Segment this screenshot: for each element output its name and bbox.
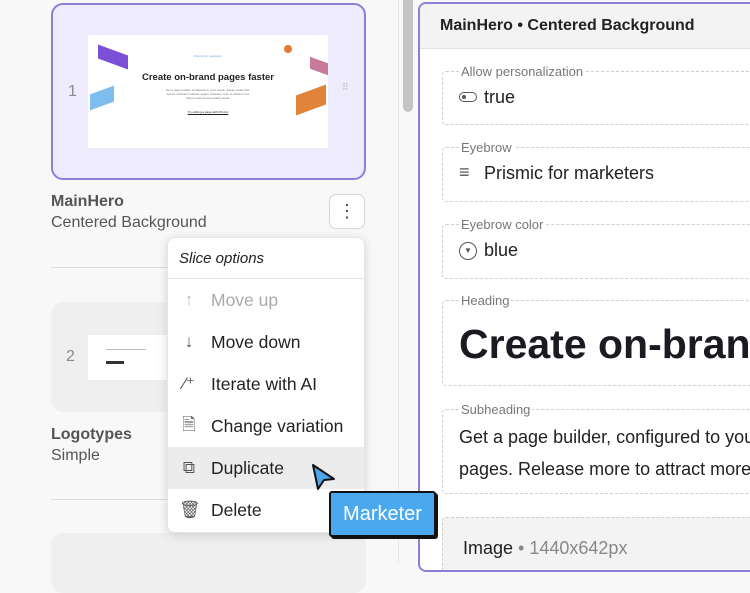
menu-item-iterate-ai[interactable]: ⁄⁺ Iterate with AI: [168, 363, 364, 405]
menu-title: Slice options: [168, 238, 364, 279]
arrow-up-icon: ↑: [179, 290, 199, 310]
field-value: true: [484, 87, 515, 108]
more-vertical-icon: ⋮: [338, 201, 356, 222]
menu-item-label: Change variation: [211, 416, 343, 437]
magic-wand-icon: ⁄⁺: [179, 374, 199, 394]
field-value: Prismic for marketers: [484, 163, 654, 184]
field-value: pages. Release more to attract more visi…: [459, 459, 750, 480]
panel-divider: [398, 0, 399, 563]
cursor-user-tag: Marketer: [329, 491, 436, 537]
copy-icon: ⧉: [179, 458, 199, 478]
slice-variation: Centered Background: [51, 214, 207, 232]
document-icon: 🗎: [179, 412, 199, 441]
field-label: Subheading: [459, 402, 532, 417]
panel-title: MainHero • Centered Background: [420, 4, 750, 49]
field-value: Get a page builder, configured to your n…: [459, 427, 750, 448]
illustration-blue-block: [90, 86, 114, 111]
menu-item-label: Move up: [211, 290, 278, 311]
slice-thumbnail: Prismic for marketers Create on-brand pa…: [88, 35, 328, 148]
field-value: blue: [484, 240, 518, 261]
slice-thumbnail: [88, 335, 178, 380]
menu-item-move-up[interactable]: ↑ Move up: [168, 279, 364, 321]
field-label: Heading: [459, 293, 511, 308]
slice-variation: Simple: [51, 447, 100, 465]
field-allow-personalization[interactable]: Allow personalization true: [442, 71, 750, 125]
thumb-body: Get a page builder, configured to your n…: [164, 88, 252, 101]
slice-number: 1: [68, 83, 77, 101]
field-subheading[interactable]: Subheading Get a page builder, configure…: [442, 409, 750, 494]
image-label: Image • 1440x642px: [463, 538, 627, 559]
slice-editor-panel: MainHero • Centered Background Allow per…: [418, 2, 750, 572]
thumb-cta: Try editing a page with Prismic: [88, 110, 328, 114]
drag-handle-icon[interactable]: ⠿: [342, 85, 350, 99]
slice-name: Logotypes: [51, 426, 132, 444]
menu-item-move-down[interactable]: ↓ Move down: [168, 321, 364, 363]
menu-item-change-variation[interactable]: 🗎 Change variation: [168, 405, 364, 447]
slice-options-button[interactable]: ⋮: [329, 194, 365, 229]
field-heading[interactable]: Heading Create on-brand pages faster: [442, 300, 750, 386]
trash-icon: 🗑: [179, 500, 199, 520]
slice-card-mainhero[interactable]: 1 Prismic for marketers Create on-brand …: [51, 3, 366, 180]
thumb-heading: Create on-brand pages faster: [88, 72, 328, 83]
menu-item-label: Delete: [211, 500, 262, 521]
field-value: Create on-brand pages faster: [459, 321, 750, 368]
scrollbar[interactable]: [403, 0, 413, 112]
field-label: Eyebrow color: [459, 217, 545, 232]
slice-name: MainHero: [51, 193, 124, 211]
field-eyebrow-color[interactable]: Eyebrow color ▼ blue: [442, 224, 750, 279]
field-label: Allow personalization: [459, 64, 585, 79]
menu-item-label: Move down: [211, 332, 301, 353]
select-icon: ▼: [459, 242, 477, 260]
slice-number: 2: [66, 348, 75, 366]
field-image[interactable]: Image • 1440x642px: [442, 517, 750, 572]
menu-item-label: Duplicate: [211, 458, 284, 479]
text-lines-icon: ≡: [459, 162, 470, 183]
field-label: Eyebrow: [459, 140, 514, 155]
slice-card[interactable]: [51, 533, 366, 593]
arrow-down-icon: ↓: [179, 332, 199, 352]
field-eyebrow[interactable]: Eyebrow ≡ Prismic for marketers: [442, 147, 750, 202]
toggle-icon: [459, 92, 477, 102]
illustration-orange-dot: [284, 45, 292, 53]
thumb-eyebrow: Prismic for marketers: [88, 54, 328, 58]
cursor-arrow-icon: [310, 462, 338, 492]
menu-item-label: Iterate with AI: [211, 374, 317, 395]
